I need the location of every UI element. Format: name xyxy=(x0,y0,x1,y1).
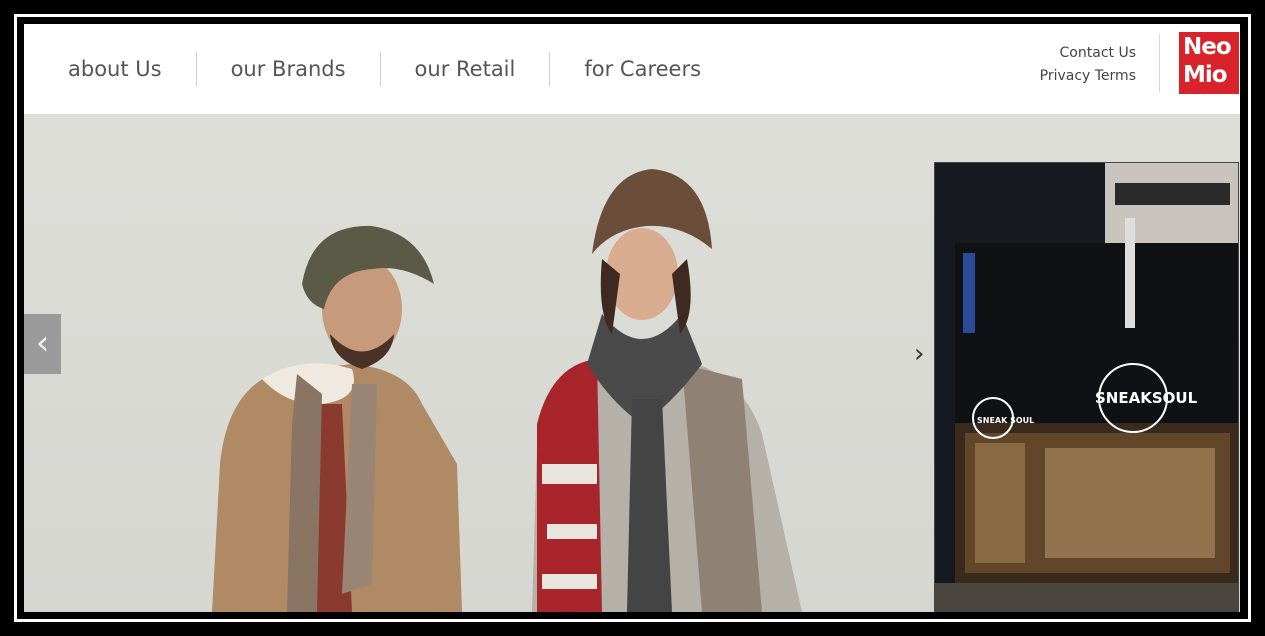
nav-for-careers[interactable]: for Careers xyxy=(550,52,735,86)
hero-models-image xyxy=(212,169,802,612)
man-figure xyxy=(212,225,462,612)
chevron-right-icon: › xyxy=(914,339,925,369)
neomio-logo[interactable]: Neo Mio xyxy=(1179,32,1239,94)
header-divider xyxy=(1159,34,1160,92)
utility-links: Contact Us Privacy Terms xyxy=(1040,42,1136,88)
store-side-sign-text: SNEAK SOUL xyxy=(977,416,1034,425)
contact-us-link[interactable]: Contact Us xyxy=(1040,42,1136,65)
prev-slide-button[interactable]: ‹ xyxy=(24,314,61,374)
website: about Us our Brands our Retail for Caree… xyxy=(24,24,1240,612)
retail-store-thumbnail[interactable]: SNEAKSOUL SNEAK SOUL xyxy=(934,162,1239,612)
privacy-terms-link[interactable]: Privacy Terms xyxy=(1040,65,1136,88)
store-sign-text: SNEAKSOUL xyxy=(1095,389,1198,407)
logo-text-line1: Neo xyxy=(1183,34,1232,60)
main-nav: about Us our Brands our Retail for Caree… xyxy=(24,24,735,114)
woman-figure xyxy=(532,169,802,612)
nav-our-retail[interactable]: our Retail xyxy=(381,52,550,86)
nav-about-us[interactable]: about Us xyxy=(24,52,196,86)
chevron-left-icon: ‹ xyxy=(35,323,50,363)
logo-text-line2: Mio xyxy=(1183,62,1228,88)
store-photo: SNEAKSOUL SNEAK SOUL xyxy=(935,163,1238,611)
next-slide-button[interactable]: › xyxy=(914,339,934,369)
hero-slider: ‹ › SNEAKSOUL SNEAK SOUL xyxy=(24,114,1240,612)
site-header: about Us our Brands our Retail for Caree… xyxy=(24,24,1240,115)
nav-our-brands[interactable]: our Brands xyxy=(197,52,380,86)
